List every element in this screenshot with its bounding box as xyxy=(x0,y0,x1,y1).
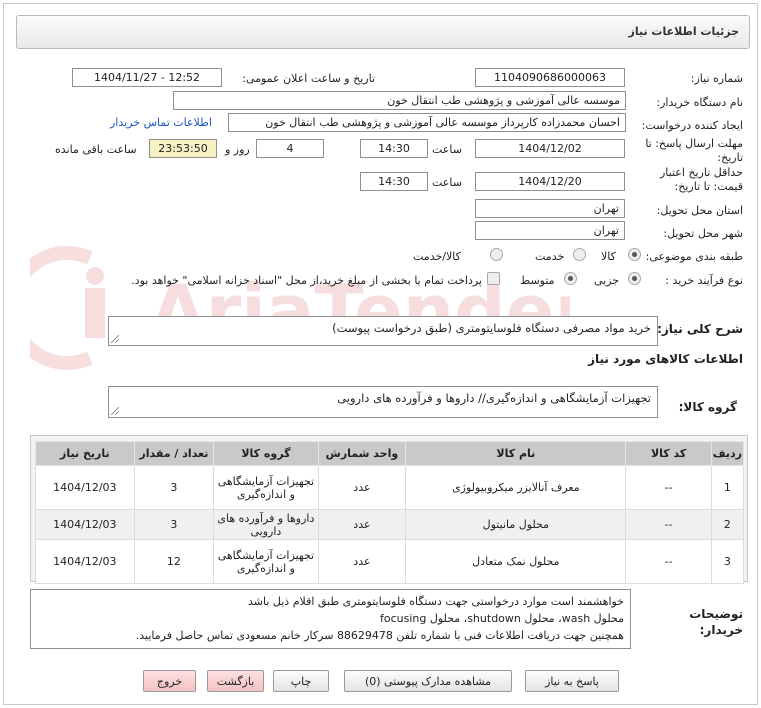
cell-unit: عدد xyxy=(317,509,407,540)
goods-group-text: تجهیزات آزمایشگاهی و اندازه‌گیری// داروه… xyxy=(337,391,651,405)
cell-date: 1404/12/03 xyxy=(35,465,135,510)
category-option-service: خدمت xyxy=(535,250,565,263)
table-row[interactable]: 2 -- محلول مانیتول عدد داروها و فرآورده … xyxy=(35,509,745,540)
buyer-field: موسسه عالی آموزشی و پژوهشی طب انتقال خون xyxy=(173,91,626,110)
cell-row: 2 xyxy=(710,509,745,540)
days-field: 4 xyxy=(256,139,324,158)
resize-grip-icon[interactable] xyxy=(111,407,119,415)
summary-text: خرید مواد مصرفی دستگاه فلوسایتومتری (طبق… xyxy=(332,321,651,335)
announce-label: تاریخ و ساعت اعلان عمومی: xyxy=(242,72,375,85)
buyer-label: نام دستگاه خریدار: xyxy=(656,96,743,109)
goods-group-label: گروه کالا: xyxy=(678,400,737,414)
attachments-button[interactable]: مشاهده مدارک پیوستی (0) xyxy=(344,670,512,692)
creator-field: احسان محمدزاده کارپرداز موسسه عالی آموزش… xyxy=(228,113,626,132)
category-radio-goods-service[interactable] xyxy=(490,248,503,261)
cell-qty: 3 xyxy=(133,509,215,540)
col-date: تاریخ نیاز xyxy=(35,441,135,466)
back-button[interactable]: بازگشت xyxy=(207,670,264,692)
category-option-goods: کالا xyxy=(601,250,616,263)
cell-group: تجهیزات آزمایشگاهی و اندازه‌گیری xyxy=(213,539,319,584)
process-radio-medium[interactable] xyxy=(564,272,577,285)
table-row[interactable]: 3 -- محلول نمک متعادل عدد تجهیزات آزمایش… xyxy=(35,539,745,584)
validity-time-label: ساعت xyxy=(432,176,462,189)
announce-field: 1404/11/27 - 12:52 xyxy=(72,68,222,87)
cell-unit: عدد xyxy=(317,465,407,510)
city-label: شهر محل تحویل: xyxy=(663,227,743,240)
validity-date-field: 1404/12/20 xyxy=(475,172,625,191)
cell-name: معرف آنالایزر میکروبیولوژی xyxy=(405,465,627,510)
cell-group: تجهیزات آزمایشگاهی و اندازه‌گیری xyxy=(213,465,319,510)
cell-group: داروها و فرآورده های دارویی xyxy=(213,509,319,540)
cell-unit: عدد xyxy=(317,539,407,584)
deadline-date-field: 1404/12/02 xyxy=(475,139,625,158)
province-field: تهران xyxy=(475,199,625,218)
deadline-time-label: ساعت xyxy=(432,143,462,156)
cell-qty: 12 xyxy=(133,539,215,584)
deadline-label: مهلت ارسال پاسخ: تا تاریخ: xyxy=(645,137,743,164)
goods-group-field[interactable]: تجهیزات آزمایشگاهی و اندازه‌گیری// داروه… xyxy=(108,386,658,418)
contact-info-link[interactable]: اطلاعات تماس خریدار xyxy=(110,116,212,129)
summary-field[interactable]: خرید مواد مصرفی دستگاه فلوسایتومتری (طبق… xyxy=(108,316,658,346)
col-unit: واحد شمارش xyxy=(317,441,407,466)
summary-label: شرح کلی نیاز: xyxy=(657,322,743,336)
col-row: ردیف xyxy=(710,441,745,466)
remaining-time-field: 23:53:50 xyxy=(149,139,217,158)
items-table: ردیف کد کالا نام کالا واحد شمارش گروه کا… xyxy=(35,441,745,584)
cell-date: 1404/12/03 xyxy=(35,509,135,540)
category-radio-goods[interactable] xyxy=(628,248,641,261)
table-row[interactable]: 1 -- معرف آنالایزر میکروبیولوژی عدد تجهی… xyxy=(35,465,745,510)
need-number-label: شماره نیاز: xyxy=(690,72,743,85)
buyer-notes-line-1: خواهشمند است موارد درخواستی جهت دستگاه ف… xyxy=(248,595,624,608)
cell-name: محلول نمک متعادل xyxy=(405,539,627,584)
process-label: نوع فرآیند خرید : xyxy=(665,274,743,287)
validity-time-field: 14:30 xyxy=(360,172,428,191)
buyer-notes-line-2: محلول wash، محلول shutdown، محلول focusi… xyxy=(379,612,624,625)
buyer-notes-box: خواهشمند است موارد درخواستی جهت دستگاه ف… xyxy=(30,589,631,649)
need-number-field: 1104090686000063 xyxy=(475,68,625,87)
cell-date: 1404/12/03 xyxy=(35,539,135,584)
buyer-notes-label: توضیحات خریدار: xyxy=(689,607,743,637)
col-qty: تعداد / مقدار xyxy=(133,441,215,466)
items-grid: ردیف کد کالا نام کالا واحد شمارش گروه کا… xyxy=(30,435,748,584)
col-group: گروه کالا xyxy=(213,441,319,466)
process-option-minor: جزیی xyxy=(594,274,620,287)
goods-info-heading: اطلاعات کالاهای مورد نیاز xyxy=(588,352,743,366)
col-code: کد کالا xyxy=(625,441,712,466)
city-field: تهران xyxy=(475,221,625,240)
treasury-checkbox[interactable] xyxy=(487,272,500,285)
print-button[interactable]: چاپ xyxy=(273,670,329,692)
province-label: استان محل تحویل: xyxy=(656,204,743,217)
deadline-time-field: 14:30 xyxy=(360,139,428,158)
table-header-row: ردیف کد کالا نام کالا واحد شمارش گروه کا… xyxy=(35,441,745,466)
days-label: روز و xyxy=(225,143,250,156)
cell-qty: 3 xyxy=(133,465,215,510)
cell-row: 1 xyxy=(710,465,745,510)
validity-label: حداقل تاریخ اعتبار قیمت: تا تاریخ: xyxy=(659,166,743,193)
remaining-label: ساعت باقی مانده xyxy=(55,143,137,156)
page-title-bar: جزئیات اطلاعات نیاز xyxy=(16,15,750,49)
cell-row: 3 xyxy=(710,539,745,584)
cell-code: -- xyxy=(625,465,712,510)
category-option-goods-service: کالا/خدمت xyxy=(413,250,461,263)
cell-code: -- xyxy=(625,509,712,540)
exit-button[interactable]: خروج xyxy=(143,670,196,692)
buyer-notes-line-3: همچنین جهت دریافت اطلاعات فنی با شماره ت… xyxy=(135,629,624,642)
process-radio-minor[interactable] xyxy=(628,272,641,285)
cell-code: -- xyxy=(625,539,712,584)
category-label: طبقه بندی موضوعی: xyxy=(645,250,743,263)
payment-note: پرداخت تمام یا بخشی از مبلغ خرید،از محل … xyxy=(131,274,482,287)
reply-button[interactable]: پاسخ به نیاز xyxy=(525,670,619,692)
process-option-medium: متوسط xyxy=(520,274,555,287)
col-name: نام کالا xyxy=(405,441,627,466)
category-radio-service[interactable] xyxy=(573,248,586,261)
resize-grip-icon[interactable] xyxy=(111,335,119,343)
cell-name: محلول مانیتول xyxy=(405,509,627,540)
page-title: جزئیات اطلاعات نیاز xyxy=(628,25,740,38)
creator-label: ایجاد کننده درخواست: xyxy=(641,119,743,132)
